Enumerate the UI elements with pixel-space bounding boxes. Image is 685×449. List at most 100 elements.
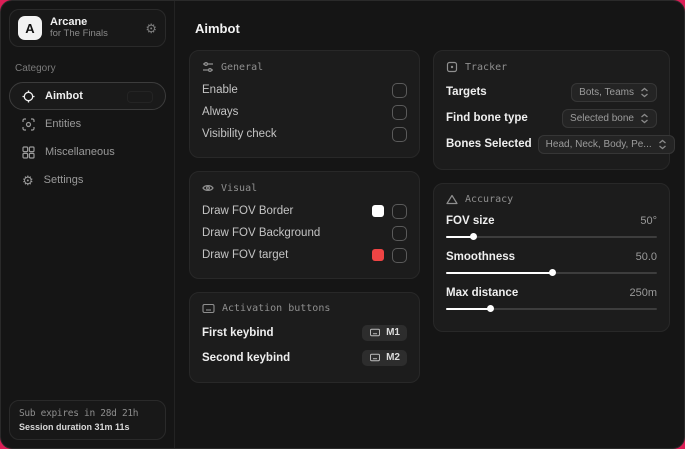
fov-background-checkbox[interactable]	[392, 225, 407, 241]
app-logo: A	[18, 16, 42, 40]
page-title: Aimbot	[195, 21, 240, 36]
max-distance-slider[interactable]	[446, 305, 657, 313]
keybind-value: M2	[386, 352, 400, 363]
select-value: Head, Neck, Body, Pe...	[545, 138, 652, 150]
grid-icon	[22, 145, 35, 159]
fov-target-color-swatch[interactable]	[372, 249, 384, 261]
setting-label: Draw FOV Background	[202, 227, 321, 239]
app-name: Arcane	[50, 16, 88, 29]
right-column: Tracker Targets Bots, Teams Find bone ty…	[433, 50, 675, 332]
setting-row-enable: Enable	[202, 79, 407, 101]
sidebar-item-label: Miscellaneous	[45, 146, 115, 158]
slider-thumb[interactable]	[470, 233, 478, 240]
smoothness-slider[interactable]	[446, 269, 657, 277]
targets-select[interactable]: Bots, Teams	[571, 82, 657, 102]
category-label: Category	[15, 63, 56, 74]
card-header-label: General	[221, 61, 264, 73]
setting-label: FOV size	[446, 215, 495, 227]
select-value: Bots, Teams	[579, 86, 634, 98]
sidebar-item-miscellaneous[interactable]: Miscellaneous	[9, 138, 166, 166]
setting-row-max-distance: Max distance 250m	[446, 283, 657, 303]
app-subtitle: for The Finals	[50, 27, 108, 39]
sidebar-item-label: Settings	[43, 174, 84, 186]
visibility-check-checkbox[interactable]	[392, 126, 407, 142]
slider-thumb[interactable]	[548, 269, 556, 276]
chevrons-up-down-icon	[658, 139, 667, 150]
gear-icon[interactable]: ⚙	[145, 22, 157, 35]
setting-row-smoothness: Smoothness 50.0	[446, 247, 657, 267]
tracker-card: Tracker Targets Bots, Teams Find bone ty…	[433, 50, 675, 170]
setting-row-second-keybind: Second keybind M2	[202, 345, 407, 370]
smoothness-value: 50.0	[635, 251, 657, 263]
keyboard-icon	[369, 328, 381, 337]
setting-label: Visibility check	[202, 128, 277, 140]
accuracy-card: Accuracy FOV size 50° Smoothness 50.0 Ma…	[433, 183, 670, 332]
sub-expiry-text: Sub expires in 28d 21h	[19, 408, 139, 419]
first-keybind-button[interactable]: M1	[362, 324, 407, 341]
setting-row-bones-selected: Bones Selected Head, Neck, Body, Pe...	[446, 131, 675, 157]
setting-label: Smoothness	[446, 251, 516, 263]
fov-border-color-swatch[interactable]	[372, 205, 384, 217]
sidebar-item-label: Entities	[45, 118, 82, 130]
setting-row-always: Always	[202, 101, 407, 123]
setting-label: Draw FOV target	[202, 249, 289, 261]
setting-row-fov-target: Draw FOV target	[202, 244, 407, 266]
scan-eye-icon	[22, 117, 35, 131]
max-distance-value: 250m	[629, 287, 657, 299]
sliders-icon	[202, 61, 214, 73]
session-duration-text: Session duration 31m 11s	[19, 422, 130, 432]
sidebar-item-aimbot[interactable]: Aimbot	[9, 82, 166, 110]
setting-label: Max distance	[446, 287, 519, 299]
crosshair-icon	[22, 90, 35, 103]
brand-box: A Arcane for The Finals ⚙	[9, 9, 166, 47]
find-bone-type-select[interactable]: Selected bone	[562, 108, 657, 128]
triangle-icon	[446, 194, 458, 205]
setting-label: Draw FOV Border	[202, 205, 294, 217]
keybind-hint-badge	[127, 91, 153, 103]
slider-thumb[interactable]	[487, 305, 495, 312]
gear-icon: ⚙	[22, 172, 34, 188]
setting-label: Targets	[446, 86, 487, 98]
sidebar-nav: Aimbot Entities Miscellaneous ⚙ Settings	[1, 82, 174, 194]
fov-size-slider[interactable]	[446, 233, 657, 241]
keybind-value: M1	[386, 327, 400, 338]
sidebar-item-entities[interactable]: Entities	[9, 110, 166, 138]
general-card: General Enable Always Visibility check	[189, 50, 420, 158]
setting-label: Bones Selected	[446, 138, 532, 150]
sidebar-item-settings[interactable]: ⚙ Settings	[9, 166, 166, 194]
app-window: A Arcane for The Finals ⚙ Category Aimbo…	[0, 0, 685, 449]
sidebar-item-label: Aimbot	[45, 90, 83, 102]
target-square-icon	[446, 61, 458, 73]
setting-label: First keybind	[202, 326, 274, 339]
bones-selected-select[interactable]: Head, Neck, Body, Pe...	[537, 134, 675, 154]
chevrons-up-down-icon	[640, 113, 649, 124]
second-keybind-button[interactable]: M2	[362, 349, 407, 366]
card-header-label: Accuracy	[465, 194, 514, 205]
fov-size-value: 50°	[640, 215, 657, 227]
setting-row-fov-size: FOV size 50°	[446, 211, 657, 231]
visual-card: Visual Draw FOV Border Draw FOV Backgrou…	[189, 171, 420, 279]
setting-row-find-bone-type: Find bone type Selected bone	[446, 105, 657, 131]
card-header-label: Activation buttons	[222, 303, 331, 314]
keyboard-icon	[202, 303, 215, 314]
setting-row-fov-background: Draw FOV Background	[202, 222, 407, 244]
always-checkbox[interactable]	[392, 104, 407, 120]
card-header-label: Visual	[221, 182, 258, 194]
setting-label: Enable	[202, 84, 238, 96]
select-value: Selected bone	[570, 112, 634, 124]
sidebar: A Arcane for The Finals ⚙ Category Aimbo…	[1, 1, 175, 448]
left-column: General Enable Always Visibility check V…	[189, 50, 420, 383]
setting-label: Second keybind	[202, 351, 291, 364]
setting-row-fov-border: Draw FOV Border	[202, 200, 407, 222]
main-content: Aimbot General Enable Always Visibility …	[175, 1, 684, 448]
keyboard-icon	[369, 353, 381, 362]
fov-target-checkbox[interactable]	[392, 247, 407, 263]
fov-border-checkbox[interactable]	[392, 203, 407, 219]
eye-icon	[202, 182, 214, 194]
setting-label: Always	[202, 106, 239, 118]
setting-row-targets: Targets Bots, Teams	[446, 79, 657, 105]
activation-buttons-card: Activation buttons First keybind M1 Seco…	[189, 292, 420, 383]
setting-row-first-keybind: First keybind M1	[202, 320, 407, 345]
chevrons-up-down-icon	[640, 87, 649, 98]
enable-checkbox[interactable]	[392, 82, 407, 98]
